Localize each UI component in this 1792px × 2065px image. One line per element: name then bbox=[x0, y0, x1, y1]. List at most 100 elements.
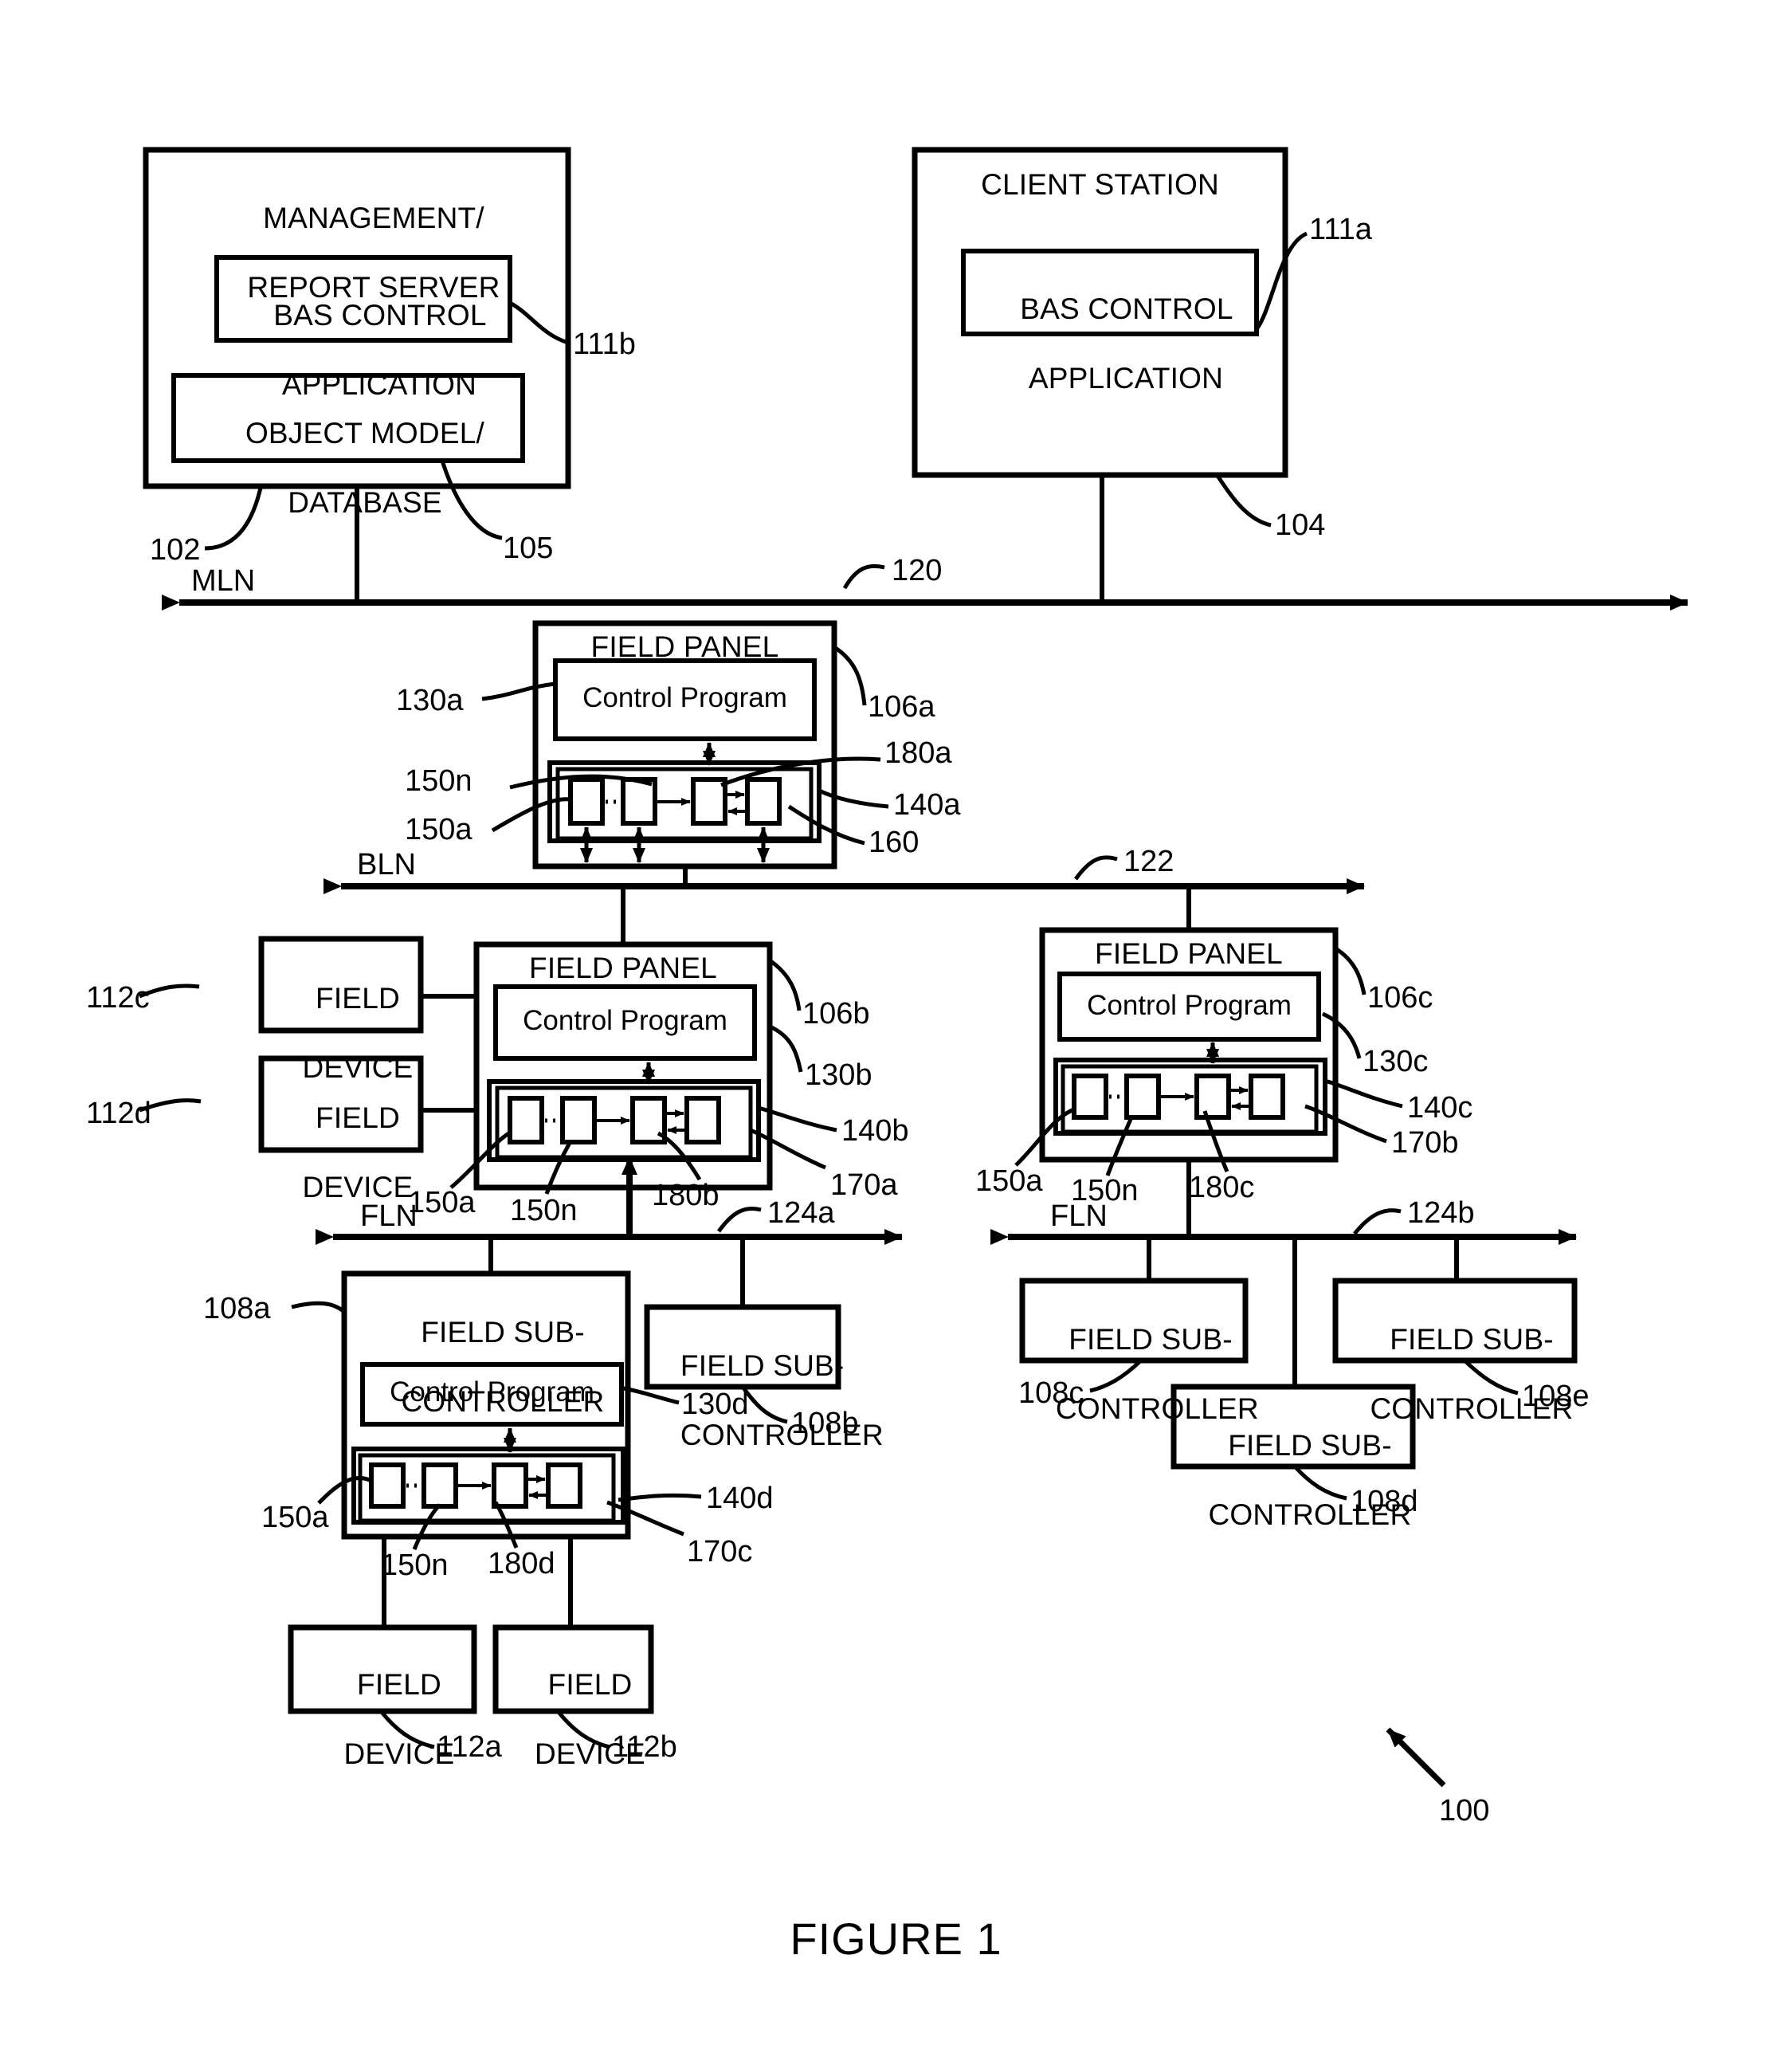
ref-100: 100 bbox=[1439, 1794, 1490, 1827]
leader-104 bbox=[1215, 474, 1272, 528]
field-device-a-title: FIELD DEVICE bbox=[343, 1667, 455, 1770]
object-model-database-label: OBJECT MODEL/ DATABASE bbox=[245, 416, 484, 519]
field-sub-controller-a-control-program-label: Control Program bbox=[390, 1376, 594, 1407]
ref-150a-panel-c: 150a bbox=[975, 1164, 1043, 1198]
ref-111b: 111b bbox=[573, 328, 636, 361]
ref-150n-panel-a: 150n bbox=[405, 764, 473, 798]
module-mid-fsc-a bbox=[492, 1462, 528, 1509]
system-ref-arrow-100 bbox=[1386, 1727, 1446, 1788]
patent-figure-sheet: MANAGEMENT/ REPORT SERVER BAS CONTROL AP… bbox=[0, 0, 1792, 2065]
leader-180d bbox=[493, 1501, 519, 1549]
field-sub-controller-a-title: FIELD SUB- CONTROLLER bbox=[401, 1315, 605, 1418]
leader-106b bbox=[768, 958, 802, 1011]
ref-108d: 108d bbox=[1351, 1485, 1418, 1518]
ref-140b: 140b bbox=[841, 1114, 909, 1148]
ref-170a: 170a bbox=[830, 1168, 898, 1202]
leader-111a bbox=[1254, 231, 1308, 331]
ref-111a: 111a bbox=[1309, 213, 1372, 246]
leader-170c bbox=[606, 1500, 684, 1537]
ref-122: 122 bbox=[1123, 845, 1174, 878]
leader-130a bbox=[481, 681, 556, 701]
ref-106c: 106c bbox=[1367, 981, 1433, 1015]
module-150a-panel-b bbox=[508, 1096, 544, 1144]
field-panel-b-title: FIELD PANEL bbox=[529, 952, 717, 984]
leader-170a bbox=[750, 1128, 826, 1170]
bas-control-application-label-client: BAS CONTROL APPLICATION bbox=[1020, 292, 1233, 395]
field-panel-a-title: FIELD PANEL bbox=[590, 630, 779, 663]
leader-180c bbox=[1202, 1110, 1229, 1172]
leader-150n-c bbox=[1105, 1117, 1134, 1176]
module-150a-fsc-a bbox=[369, 1462, 406, 1509]
ref-180d: 180d bbox=[488, 1547, 555, 1580]
module-mid-panel-c bbox=[1194, 1074, 1231, 1120]
module-150n-fsc-a bbox=[422, 1462, 458, 1509]
leader-124b bbox=[1353, 1208, 1402, 1235]
module-150n-panel-c bbox=[1124, 1074, 1161, 1120]
module-150a-panel-c bbox=[1072, 1074, 1108, 1120]
leader-124a bbox=[716, 1207, 762, 1233]
network-label-bln: BLN bbox=[357, 848, 416, 881]
field-device-b-title: FIELD DEVICE bbox=[534, 1667, 645, 1770]
field-panel-a-control-program-label: Control Program bbox=[582, 682, 787, 713]
field-sub-controller-e-title: FIELD SUB- CONTROLLER bbox=[1370, 1322, 1574, 1425]
ref-130a: 130a bbox=[396, 684, 464, 717]
leader-106a bbox=[833, 645, 867, 706]
ref-120: 120 bbox=[892, 554, 943, 587]
ref-112d: 112d bbox=[86, 1097, 151, 1130]
ref-160: 160 bbox=[869, 826, 920, 859]
ref-106a: 106a bbox=[868, 690, 935, 724]
ref-105: 105 bbox=[503, 532, 554, 565]
ref-150n-panel-b: 150n bbox=[510, 1194, 578, 1227]
module-last-panel-a bbox=[745, 777, 782, 826]
ref-150a-panel-a: 150a bbox=[405, 813, 473, 846]
module-last-panel-b bbox=[684, 1096, 721, 1144]
module-150a-panel-a bbox=[568, 777, 605, 826]
ref-124b: 124b bbox=[1407, 1196, 1475, 1230]
ref-108c: 108c bbox=[1018, 1376, 1084, 1410]
ref-180c: 180c bbox=[1189, 1171, 1255, 1204]
leader-130b bbox=[768, 1024, 803, 1073]
leader-108a bbox=[291, 1301, 346, 1313]
client-station-title: CLIENT STATION bbox=[981, 168, 1219, 201]
field-device-d-title: FIELD DEVICE bbox=[302, 1101, 414, 1203]
ref-104: 104 bbox=[1275, 508, 1326, 542]
module-last-fsc-a bbox=[546, 1462, 582, 1509]
module-mid-panel-a bbox=[691, 777, 727, 826]
field-panel-c-title: FIELD PANEL bbox=[1095, 937, 1283, 970]
figure-caption: FIGURE 1 bbox=[790, 1914, 1002, 1964]
ref-130c: 130c bbox=[1363, 1045, 1429, 1078]
leader-106c bbox=[1334, 946, 1367, 995]
ref-150a-panel-b: 150a bbox=[408, 1186, 476, 1219]
ref-150n-fsc-a: 150n bbox=[381, 1549, 449, 1582]
ref-124a: 124a bbox=[767, 1196, 835, 1230]
ref-140a: 140a bbox=[893, 788, 961, 822]
leader-140d bbox=[618, 1493, 702, 1502]
leader-120 bbox=[842, 563, 885, 590]
ref-112b: 112b bbox=[612, 1730, 677, 1764]
network-label-mln: MLN bbox=[191, 564, 256, 598]
field-sub-controller-b-title: FIELD SUB- CONTROLLER bbox=[680, 1349, 884, 1451]
leader-150n bbox=[509, 774, 653, 790]
module-150n-panel-a bbox=[621, 777, 657, 826]
ref-170b: 170b bbox=[1391, 1126, 1459, 1160]
leader-140a bbox=[818, 788, 889, 809]
ref-108a: 108a bbox=[203, 1292, 271, 1325]
leader-122 bbox=[1073, 855, 1118, 881]
leader-150n-fsc bbox=[412, 1503, 441, 1550]
ref-108b: 108b bbox=[791, 1407, 859, 1440]
ref-112a: 112a bbox=[437, 1730, 502, 1764]
ref-108e: 108e bbox=[1522, 1380, 1590, 1413]
module-150n-panel-b bbox=[560, 1096, 597, 1144]
module-last-panel-c bbox=[1249, 1074, 1285, 1120]
ref-180a: 180a bbox=[884, 736, 952, 770]
leader-130c bbox=[1321, 1011, 1362, 1059]
ref-180b: 180b bbox=[652, 1179, 720, 1212]
ref-140c: 140c bbox=[1407, 1091, 1473, 1125]
ref-112c: 112c bbox=[86, 981, 150, 1015]
field-panel-b-control-program-label: Control Program bbox=[523, 1005, 727, 1036]
ref-130b: 130b bbox=[805, 1058, 872, 1092]
ref-150n-panel-c: 150n bbox=[1071, 1174, 1139, 1207]
ref-170c: 170c bbox=[687, 1535, 753, 1568]
ref-106b: 106b bbox=[802, 997, 870, 1031]
field-panel-c-control-program-label: Control Program bbox=[1087, 990, 1292, 1021]
